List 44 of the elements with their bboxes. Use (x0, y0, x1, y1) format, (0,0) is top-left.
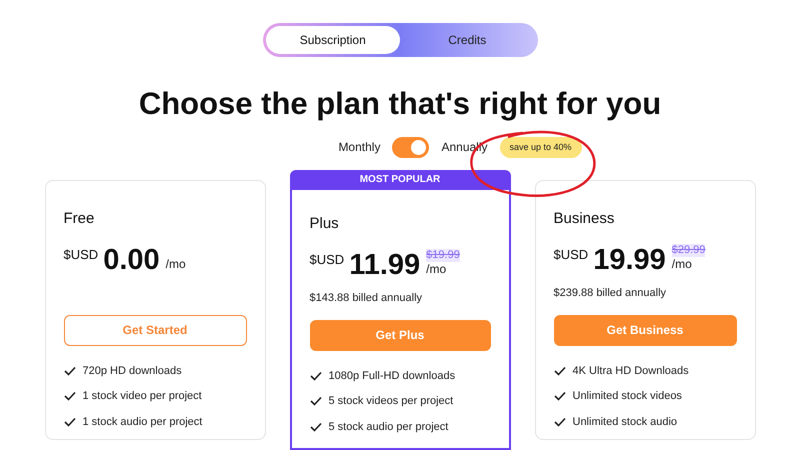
plan-button[interactable]: Get Business (554, 314, 736, 346)
feature-text: 5 stock videos per project (328, 394, 454, 409)
plan-name: Business (554, 209, 616, 229)
price-period: /mo (166, 256, 186, 270)
billing-note: $143.88 billed annually (310, 290, 424, 306)
check-icon (64, 391, 76, 402)
discount-badge: save up to 40% (500, 136, 582, 158)
feature-text: 5 stock audio per project (328, 420, 448, 434)
currency-label: $USD (554, 246, 588, 264)
check-icon (64, 416, 76, 427)
check-icon (554, 391, 566, 402)
billing-toggle[interactable] (392, 136, 430, 158)
tab[interactable]: Credits (400, 26, 534, 54)
plan-price: 0.00 (103, 242, 160, 276)
price-period: /mo (672, 256, 693, 270)
page-heading: Choose the plan that's right for you (138, 84, 662, 122)
feature-text: Unlimited stock videos (572, 389, 682, 404)
tab[interactable]: Subscription (266, 26, 400, 54)
plan-price: 11.99 (349, 248, 420, 282)
feature-text: 720p HD downloads (82, 364, 182, 378)
feature-text: Unlimited stock audio (572, 414, 678, 430)
currency-label: $USD (310, 250, 344, 268)
monthly-label: Monthly (338, 139, 380, 156)
check-icon (554, 366, 566, 376)
currency-label: $USD (64, 246, 98, 264)
check-icon (64, 366, 76, 376)
plan-price: 19.99 (593, 242, 666, 276)
feature-text: 1080p Full-HD downloads (328, 368, 456, 384)
feature-text: 1 stock video per project (82, 389, 202, 404)
check-icon (310, 422, 322, 432)
feature-text: 1 stock audio per project (82, 414, 202, 430)
check-icon (310, 396, 322, 406)
billing-note: $239.88 billed annually (554, 286, 668, 300)
plan-button[interactable]: Get Started (64, 314, 246, 346)
price-period: /mo (426, 262, 448, 276)
check-icon (310, 370, 322, 381)
plan-ribbon: MOST POPULAR (290, 170, 510, 190)
old-price: $19.99 (426, 248, 460, 262)
old-price: $29.99 (672, 244, 706, 256)
feature-text: 4K Ultra HD Downloads (572, 364, 689, 378)
plan-button[interactable]: Get Plus (310, 320, 490, 350)
plan-name: Plus (310, 214, 340, 234)
plan-name: Free (64, 209, 96, 229)
check-icon (554, 416, 566, 427)
